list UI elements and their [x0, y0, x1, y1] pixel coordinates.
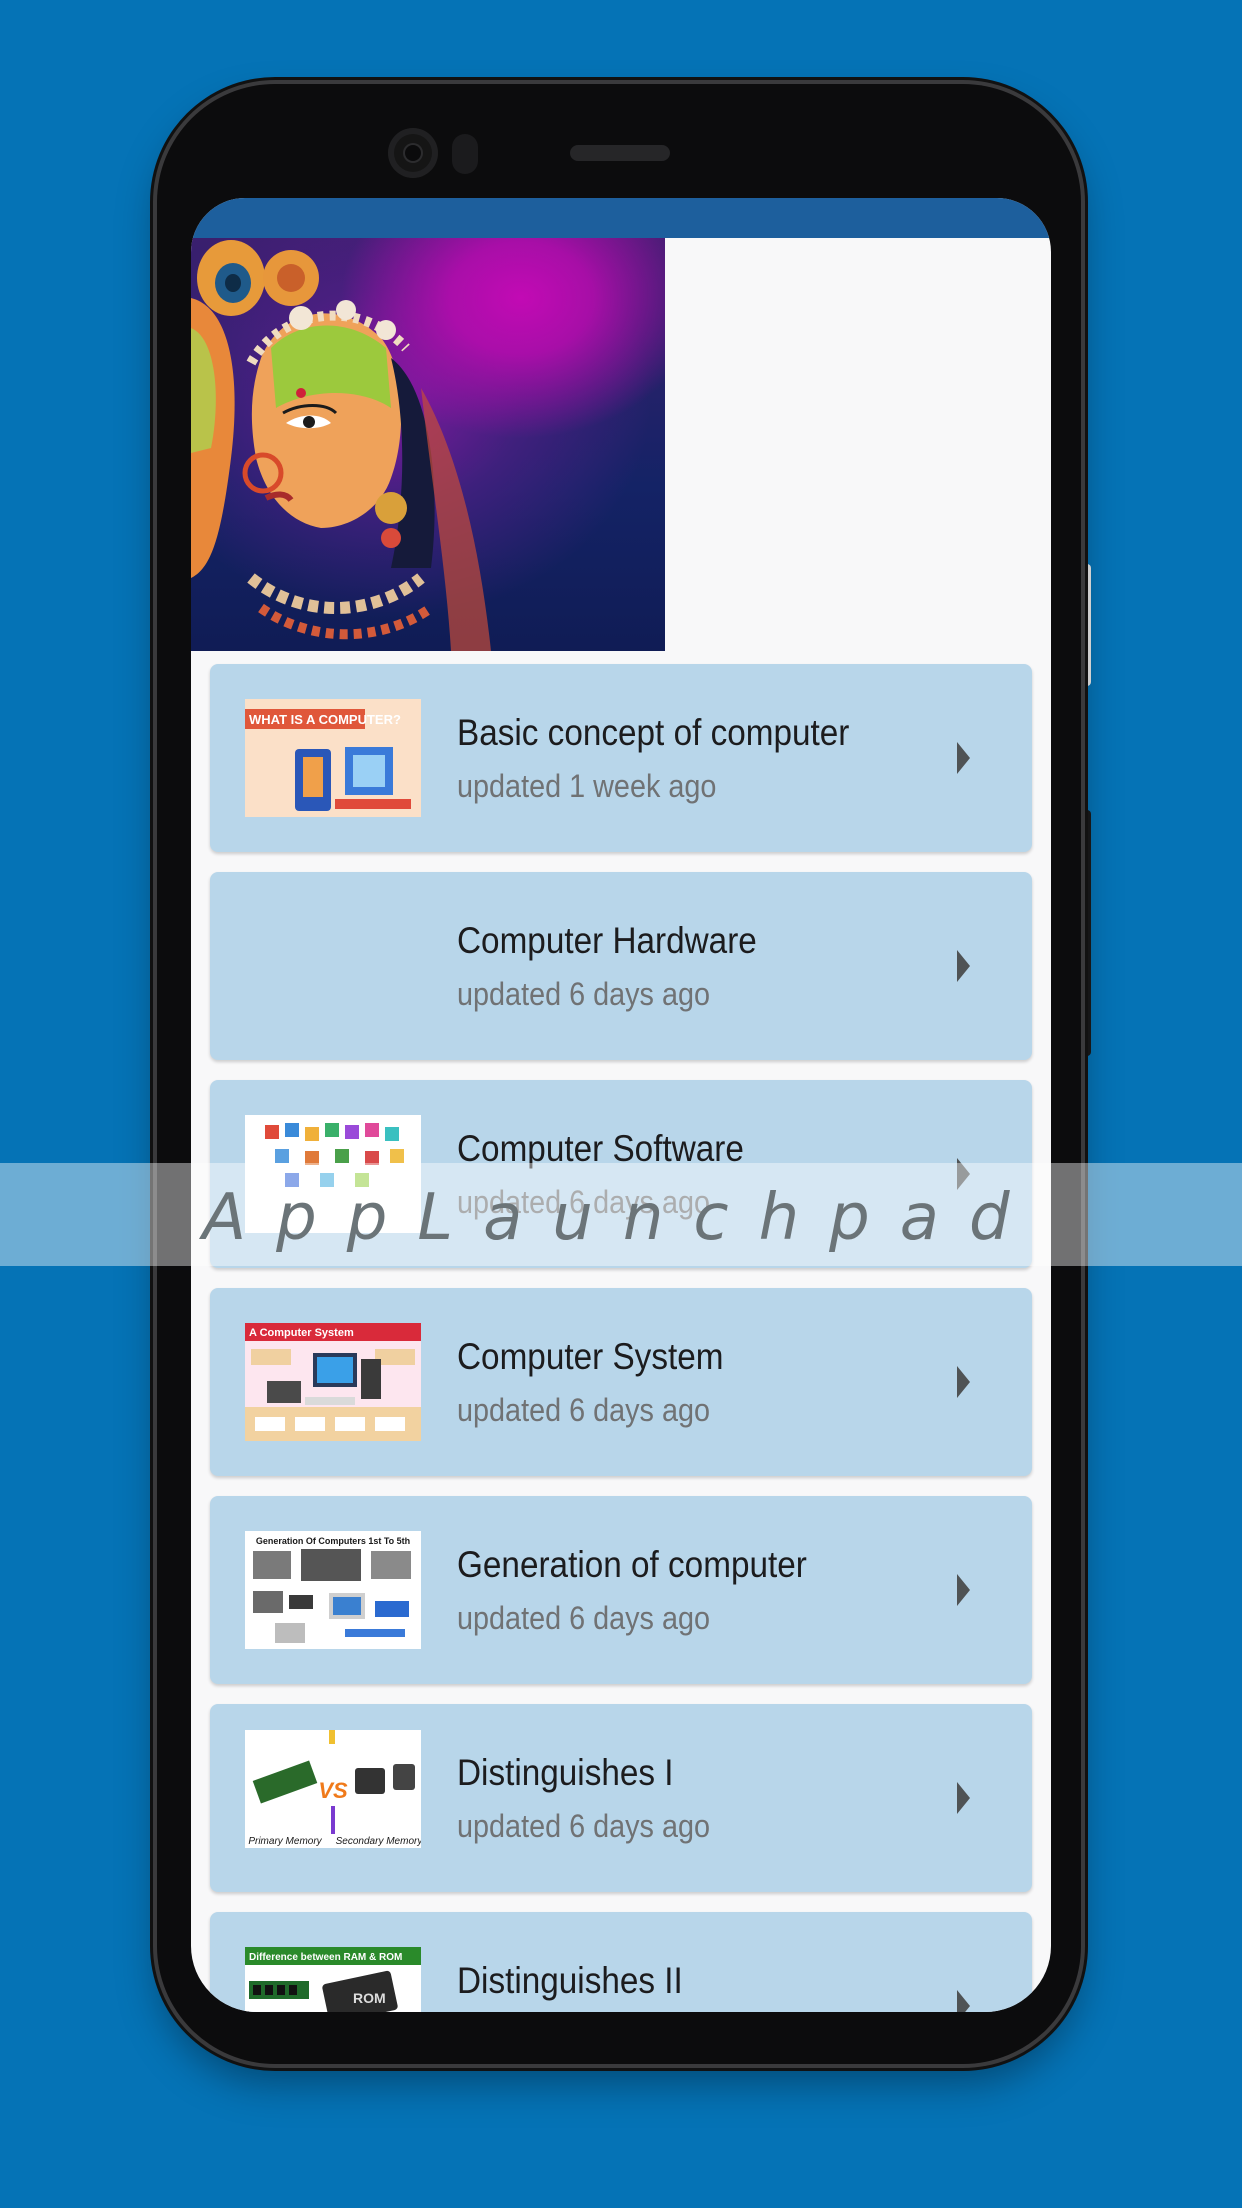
chevron-right-icon [957, 1366, 970, 1398]
chevron-right-icon [957, 1990, 970, 2012]
chapter-title: Generation of computer [457, 1544, 807, 1585]
volume-button [1081, 810, 1091, 1056]
list-item[interactable]: Generation Of Computers 1st To 5th Gener… [210, 1496, 1032, 1684]
power-button [1081, 564, 1091, 686]
thumb-caption: Difference between RAM & ROM [249, 1952, 402, 1963]
status-bar [191, 198, 1051, 238]
watermark-text: AppLaunchpad [202, 1181, 1040, 1255]
chapter-thumbnail: WHAT IS A COMPUTER? [245, 699, 421, 817]
list-item[interactable]: Difference between RAM & ROM ROM Disting… [210, 1912, 1032, 2012]
chapter-thumbnail: Difference between RAM & ROM ROM [245, 1947, 421, 2012]
chapter-title: Computer Hardware [457, 920, 757, 961]
thumb-caption: WHAT IS A COMPUTER? [249, 712, 401, 727]
chapter-updated: updated 6 days ago [457, 1808, 711, 1844]
chapter-updated: updated 6 days ago [457, 1600, 711, 1636]
thumb-chip-label: ROM [353, 1990, 386, 2006]
thumb-vs-label: VS [318, 1778, 348, 1803]
chapter-title: Distinguishes II [457, 1960, 683, 2001]
earpiece-speaker [570, 145, 670, 161]
banner-image [191, 238, 665, 651]
chapter-thumbnail: Generation Of Computers 1st To 5th [245, 1531, 421, 1649]
chevron-right-icon [957, 1574, 970, 1606]
list-item[interactable]: A Computer System Computer System update… [210, 1288, 1032, 1476]
chapter-updated: updated 6 days ago [457, 976, 711, 1012]
watermark-banner: AppLaunchpad [0, 1163, 1242, 1266]
front-camera-icon [388, 128, 438, 178]
chevron-right-icon [957, 1782, 970, 1814]
thumb-caption-left: Primary Memory [248, 1836, 322, 1847]
app-screen: WHAT IS A COMPUTER? Basic concept of com… [191, 198, 1051, 2012]
list-item[interactable]: Computer Hardware updated 6 days ago [210, 872, 1032, 1060]
thumb-caption: Generation Of Computers 1st To 5th [256, 1536, 410, 1546]
chapter-title: Basic concept of computer [457, 712, 850, 753]
chevron-right-icon [957, 742, 970, 774]
chapter-title: Computer System [457, 1336, 724, 1377]
thumb-caption: A Computer System [249, 1327, 354, 1339]
list-item[interactable]: VS Primary Memory Secondary Memory Disti… [210, 1704, 1032, 1892]
list-item[interactable]: WHAT IS A COMPUTER? Basic concept of com… [210, 664, 1032, 852]
chapter-thumbnail: VS Primary Memory Secondary Memory [245, 1730, 421, 1848]
sensor-icon [452, 134, 478, 174]
chapter-title: Distinguishes I [457, 1752, 674, 1793]
krishna-radha-painting-icon [191, 240, 491, 651]
chapter-updated: updated 6 days ago [457, 1392, 711, 1428]
chapter-list: WHAT IS A COMPUTER? Basic concept of com… [210, 664, 1032, 2012]
chapter-updated: updated 1 week ago [457, 768, 717, 804]
chapter-thumbnail: A Computer System [245, 1323, 421, 1441]
thumb-caption-right: Secondary Memory [336, 1836, 421, 1847]
chevron-right-icon [957, 950, 970, 982]
